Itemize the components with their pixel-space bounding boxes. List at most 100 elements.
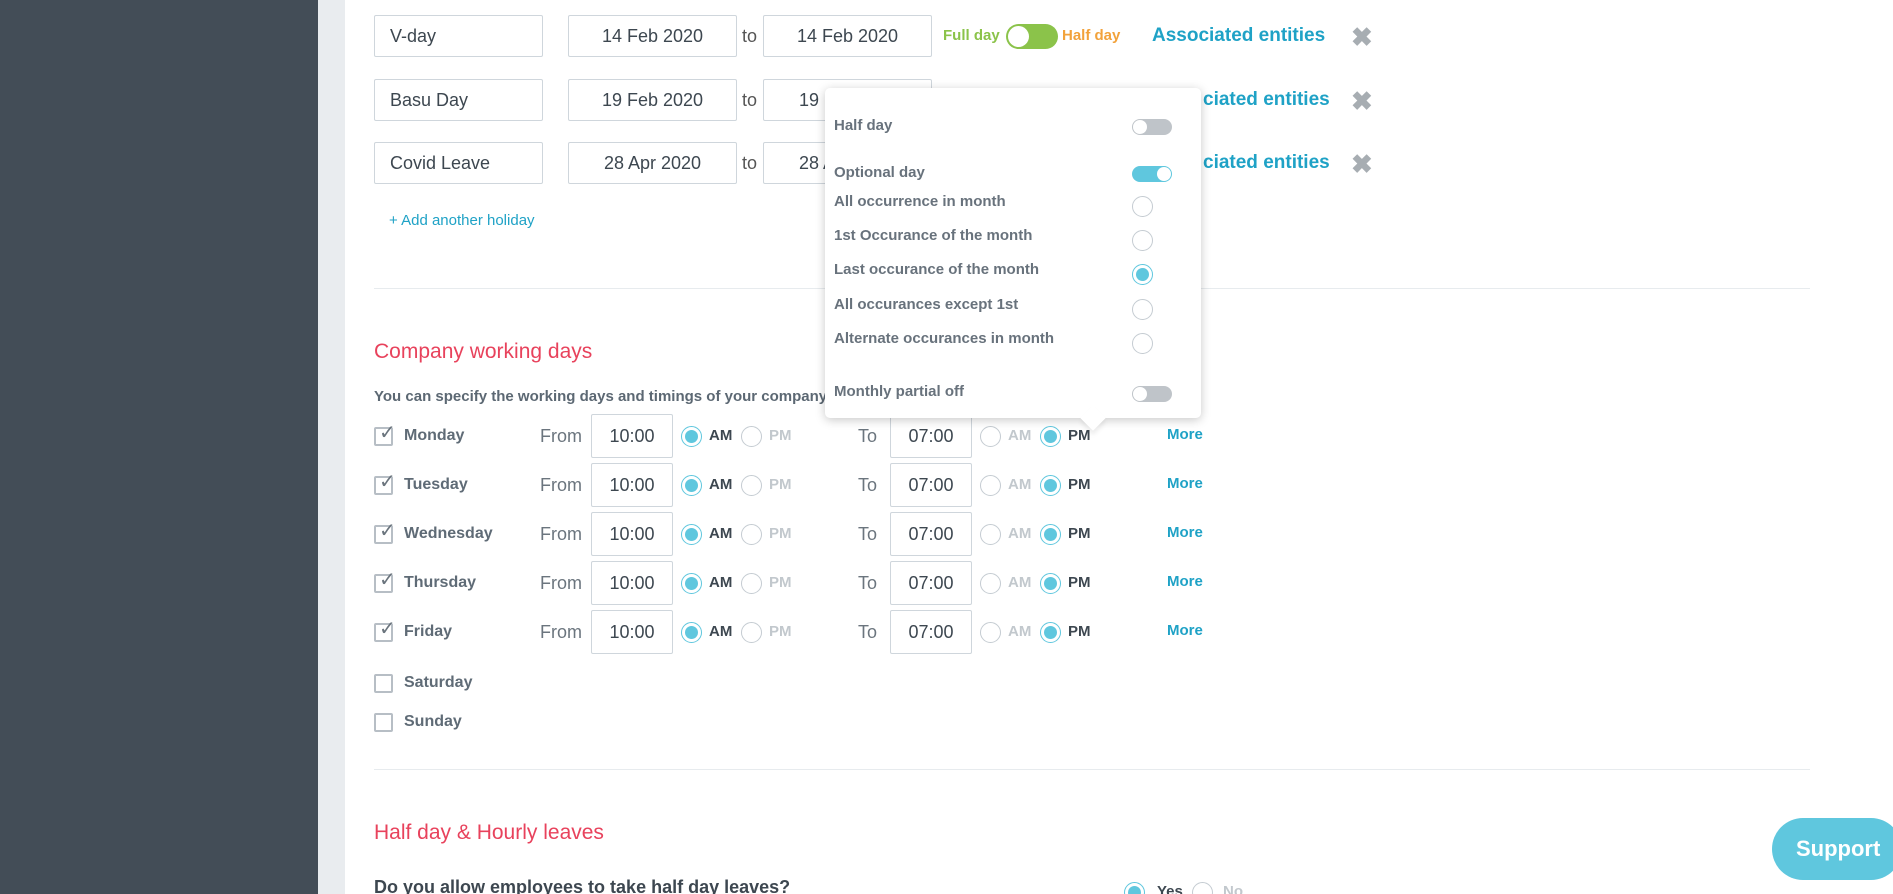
day-row-monday: ✓ Monday From 10:00 AM PM To 07:00 AM PM… [374, 414, 1254, 458]
to-am-radio[interactable] [980, 524, 1001, 545]
to-pm-radio[interactable] [1040, 426, 1061, 447]
holiday-from-date[interactable]: 28 Apr 2020 [568, 142, 737, 184]
holiday-name-input[interactable]: Basu Day [374, 79, 543, 121]
close-icon[interactable]: ✖ [1351, 24, 1373, 50]
from-time-input[interactable]: 10:00 [591, 610, 673, 654]
toggle-knob [1157, 167, 1171, 181]
working-days-description: You can specify the working days and tim… [374, 388, 828, 405]
full-half-day-toggle[interactable] [1006, 24, 1058, 49]
to-label: To [858, 573, 878, 593]
from-label: From [540, 573, 582, 593]
associated-entities-link[interactable]: Associated entities [1152, 15, 1325, 57]
to-pm-radio[interactable] [1040, 622, 1061, 643]
day-checkbox[interactable]: ✓ [374, 423, 396, 446]
occurrence-option-radio[interactable] [1132, 333, 1153, 354]
day-checkbox[interactable] [374, 713, 393, 732]
occurrence-option-radio[interactable] [1132, 196, 1153, 217]
divider [374, 769, 1810, 770]
holiday-name-input[interactable]: V-day [374, 15, 543, 57]
to-time-input[interactable]: 07:00 [890, 610, 972, 654]
to-time-input[interactable]: 07:00 [890, 463, 972, 507]
check-icon: ✓ [379, 520, 396, 542]
close-icon[interactable]: ✖ [1351, 88, 1373, 114]
from-label: From [540, 622, 582, 642]
occurrence-option-radio[interactable] [1132, 230, 1153, 251]
from-time-input[interactable]: 10:00 [591, 561, 673, 605]
associated-entities-link[interactable]: ciated entities [1203, 79, 1330, 121]
more-link[interactable]: More [1167, 609, 1203, 653]
occurrence-option-radio[interactable] [1132, 264, 1153, 285]
to-time-input[interactable]: 07:00 [890, 561, 972, 605]
day-label: Saturday [404, 674, 473, 691]
from-pm-radio[interactable] [741, 573, 762, 594]
am-label: AM [709, 574, 733, 591]
from-pm-radio[interactable] [741, 475, 762, 496]
to-am-radio[interactable] [980, 426, 1001, 447]
toggle-knob [1008, 26, 1029, 47]
half-day-toggle[interactable] [1132, 119, 1172, 135]
occurrence-option-label: 1st Occurance of the month [834, 227, 1033, 244]
to-pm-radio[interactable] [1040, 573, 1061, 594]
day-checkbox[interactable]: ✓ [374, 521, 396, 544]
holiday-from-date[interactable]: 19 Feb 2020 [568, 79, 737, 121]
to-time-input[interactable]: 07:00 [890, 512, 972, 556]
optional-day-toggle[interactable] [1132, 166, 1172, 182]
from-time-input[interactable]: 10:00 [591, 512, 673, 556]
am-label: AM [709, 476, 733, 493]
check-icon: ✓ [379, 618, 396, 640]
to-am-radio[interactable] [980, 622, 1001, 643]
day-checkbox[interactable]: ✓ [374, 472, 396, 495]
day-checkbox[interactable]: ✓ [374, 619, 396, 642]
to-pm-radio[interactable] [1040, 475, 1061, 496]
from-am-radio[interactable] [681, 475, 702, 496]
from-time-input[interactable]: 10:00 [591, 463, 673, 507]
half-day-question: Do you allow employees to take half day … [374, 877, 791, 894]
to-label: to [742, 26, 758, 46]
from-am-radio[interactable] [681, 573, 702, 594]
check-icon: ✓ [379, 422, 396, 444]
to-pm-radio[interactable] [1040, 524, 1061, 545]
half-day-label: Half day [1062, 27, 1121, 44]
to-am-radio[interactable] [980, 475, 1001, 496]
day-checkbox[interactable]: ✓ [374, 570, 396, 593]
day-row-friday: ✓ Friday From 10:00 AM PM To 07:00 AM PM… [374, 610, 1254, 654]
no-label: No [1223, 883, 1243, 894]
to-am-radio[interactable] [980, 573, 1001, 594]
from-label: From [540, 524, 582, 544]
close-icon[interactable]: ✖ [1351, 151, 1373, 177]
to-label: To [858, 475, 878, 495]
from-pm-radio[interactable] [741, 524, 762, 545]
monthly-partial-off-toggle[interactable] [1132, 386, 1172, 402]
more-link[interactable]: More [1167, 462, 1203, 506]
more-link[interactable]: More [1167, 511, 1203, 555]
to-time-input[interactable]: 07:00 [890, 414, 972, 458]
from-am-radio[interactable] [681, 524, 702, 545]
from-pm-radio[interactable] [741, 622, 762, 643]
pm-label: PM [769, 525, 792, 542]
support-button[interactable]: Support [1772, 818, 1893, 880]
more-link[interactable]: More [1167, 413, 1203, 457]
more-link[interactable]: More [1167, 560, 1203, 604]
occurrence-option-label: All occurances except 1st [834, 296, 1019, 313]
associated-entities-link[interactable]: ciated entities [1203, 142, 1330, 184]
am-label: AM [1008, 574, 1032, 591]
left-sidebar [0, 0, 318, 894]
am-label: AM [709, 525, 733, 542]
pm-label: PM [1068, 525, 1091, 542]
toggle-knob [1133, 120, 1147, 134]
from-am-radio[interactable] [681, 622, 702, 643]
yes-label: Yes [1157, 883, 1183, 894]
holiday-to-date[interactable]: 14 Feb 2020 [763, 15, 932, 57]
holiday-name-input[interactable]: Covid Leave [374, 142, 543, 184]
from-am-radio[interactable] [681, 426, 702, 447]
day-checkbox[interactable] [374, 674, 393, 693]
from-pm-radio[interactable] [741, 426, 762, 447]
to-label: To [858, 426, 878, 446]
from-label: From [540, 426, 582, 446]
from-label: From [540, 475, 582, 495]
holiday-from-date[interactable]: 14 Feb 2020 [568, 15, 737, 57]
add-holiday-link[interactable]: + Add another holiday [389, 212, 535, 229]
occurrence-option-radio[interactable] [1132, 299, 1153, 320]
from-time-input[interactable]: 10:00 [591, 414, 673, 458]
am-label: AM [709, 427, 733, 444]
